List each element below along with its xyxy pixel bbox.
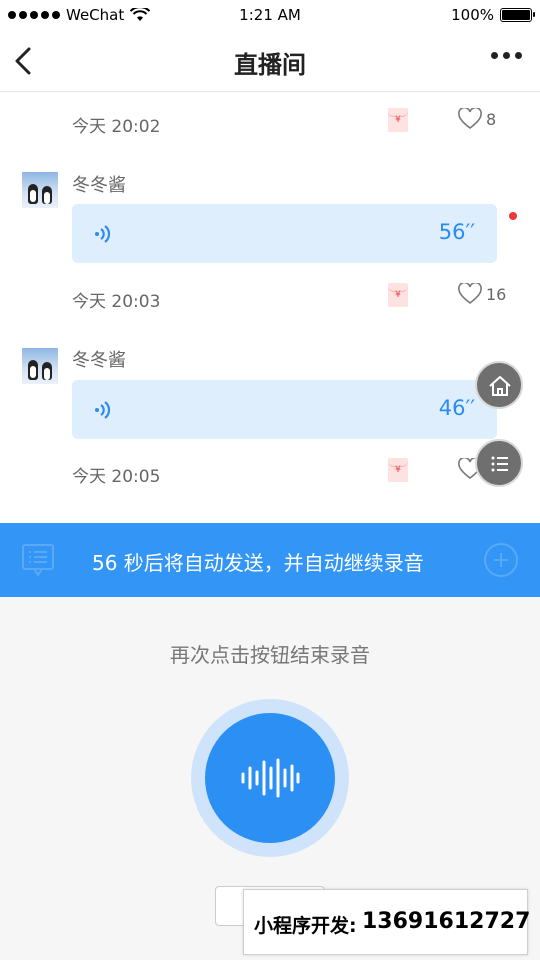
battery-icon <box>500 8 535 22</box>
voice-duration: 46′′ <box>438 396 475 420</box>
yuan-icon: ¥ <box>395 290 401 300</box>
heart-icon <box>458 108 482 130</box>
unread-dot <box>509 212 517 220</box>
sender-name: 冬冬酱 <box>72 175 126 196</box>
status-bar: WeChat 1:21 AM 100% <box>0 0 540 30</box>
voice-duration: 56′′ <box>438 220 475 244</box>
like-button[interactable]: 8 <box>458 108 496 130</box>
message-meta: 今天 20:05 ¥ 12 <box>72 458 506 488</box>
red-packet-button[interactable]: ¥ <box>388 283 408 307</box>
page-title: 直播间 <box>234 51 306 79</box>
voice-message[interactable]: 46′′ <box>72 380 497 439</box>
message-time: 今天 20:05 <box>72 467 161 487</box>
yuan-icon: ¥ <box>395 115 401 125</box>
red-packet-button[interactable]: ¥ <box>388 458 408 482</box>
more-button[interactable] <box>491 52 522 59</box>
heart-icon <box>458 283 482 305</box>
like-count: 16 <box>486 284 507 304</box>
recording-banner: 56 秒后将自动发送，并自动继续录音 <box>0 523 540 597</box>
like-count: 8 <box>486 109 497 129</box>
comment-list-icon[interactable] <box>22 543 54 577</box>
sound-wave-icon <box>241 758 300 798</box>
message-time: 今天 20:02 <box>72 117 161 137</box>
nav-bar: 直播间 <box>0 30 540 92</box>
more-dots-icon <box>491 52 498 59</box>
red-packet-button[interactable]: ¥ <box>388 108 408 132</box>
battery-percent: 100% <box>451 6 494 24</box>
promo-overlay: 小程序开发: 13691612727 <box>243 889 531 955</box>
recording-hint: 再次点击按钮结束录音 <box>170 643 370 667</box>
promo-label: 小程序开发: <box>254 915 357 937</box>
home-icon <box>489 376 511 396</box>
record-button-ring <box>191 699 349 857</box>
recording-panel: 再次点击按钮结束录音 取消 小程序开发: 13691612727 <box>0 597 540 960</box>
avatar[interactable] <box>22 172 58 208</box>
message-meta: 今天 20:02 ¥ 8 <box>72 108 502 138</box>
avatar[interactable] <box>22 348 58 384</box>
plus-button[interactable] <box>484 543 518 577</box>
list-icon <box>491 456 508 472</box>
sender-name: 冬冬酱 <box>72 350 126 371</box>
message-meta: 今天 20:03 ¥ 16 <box>72 283 506 313</box>
list-float-button[interactable] <box>475 439 523 487</box>
promo-phone: 13691612727 <box>362 909 531 934</box>
record-button[interactable] <box>205 713 335 843</box>
status-right: 100% <box>451 6 535 24</box>
voice-wave-icon <box>95 401 111 419</box>
voice-message[interactable]: 56′′ <box>72 204 497 263</box>
message-time: 今天 20:03 <box>72 292 161 312</box>
auto-send-notice: 56 秒后将自动发送，并自动继续录音 <box>92 551 424 575</box>
voice-wave-icon <box>95 225 111 243</box>
like-button[interactable]: 16 <box>458 283 506 305</box>
home-float-button[interactable] <box>475 361 523 409</box>
yuan-icon: ¥ <box>395 465 401 475</box>
